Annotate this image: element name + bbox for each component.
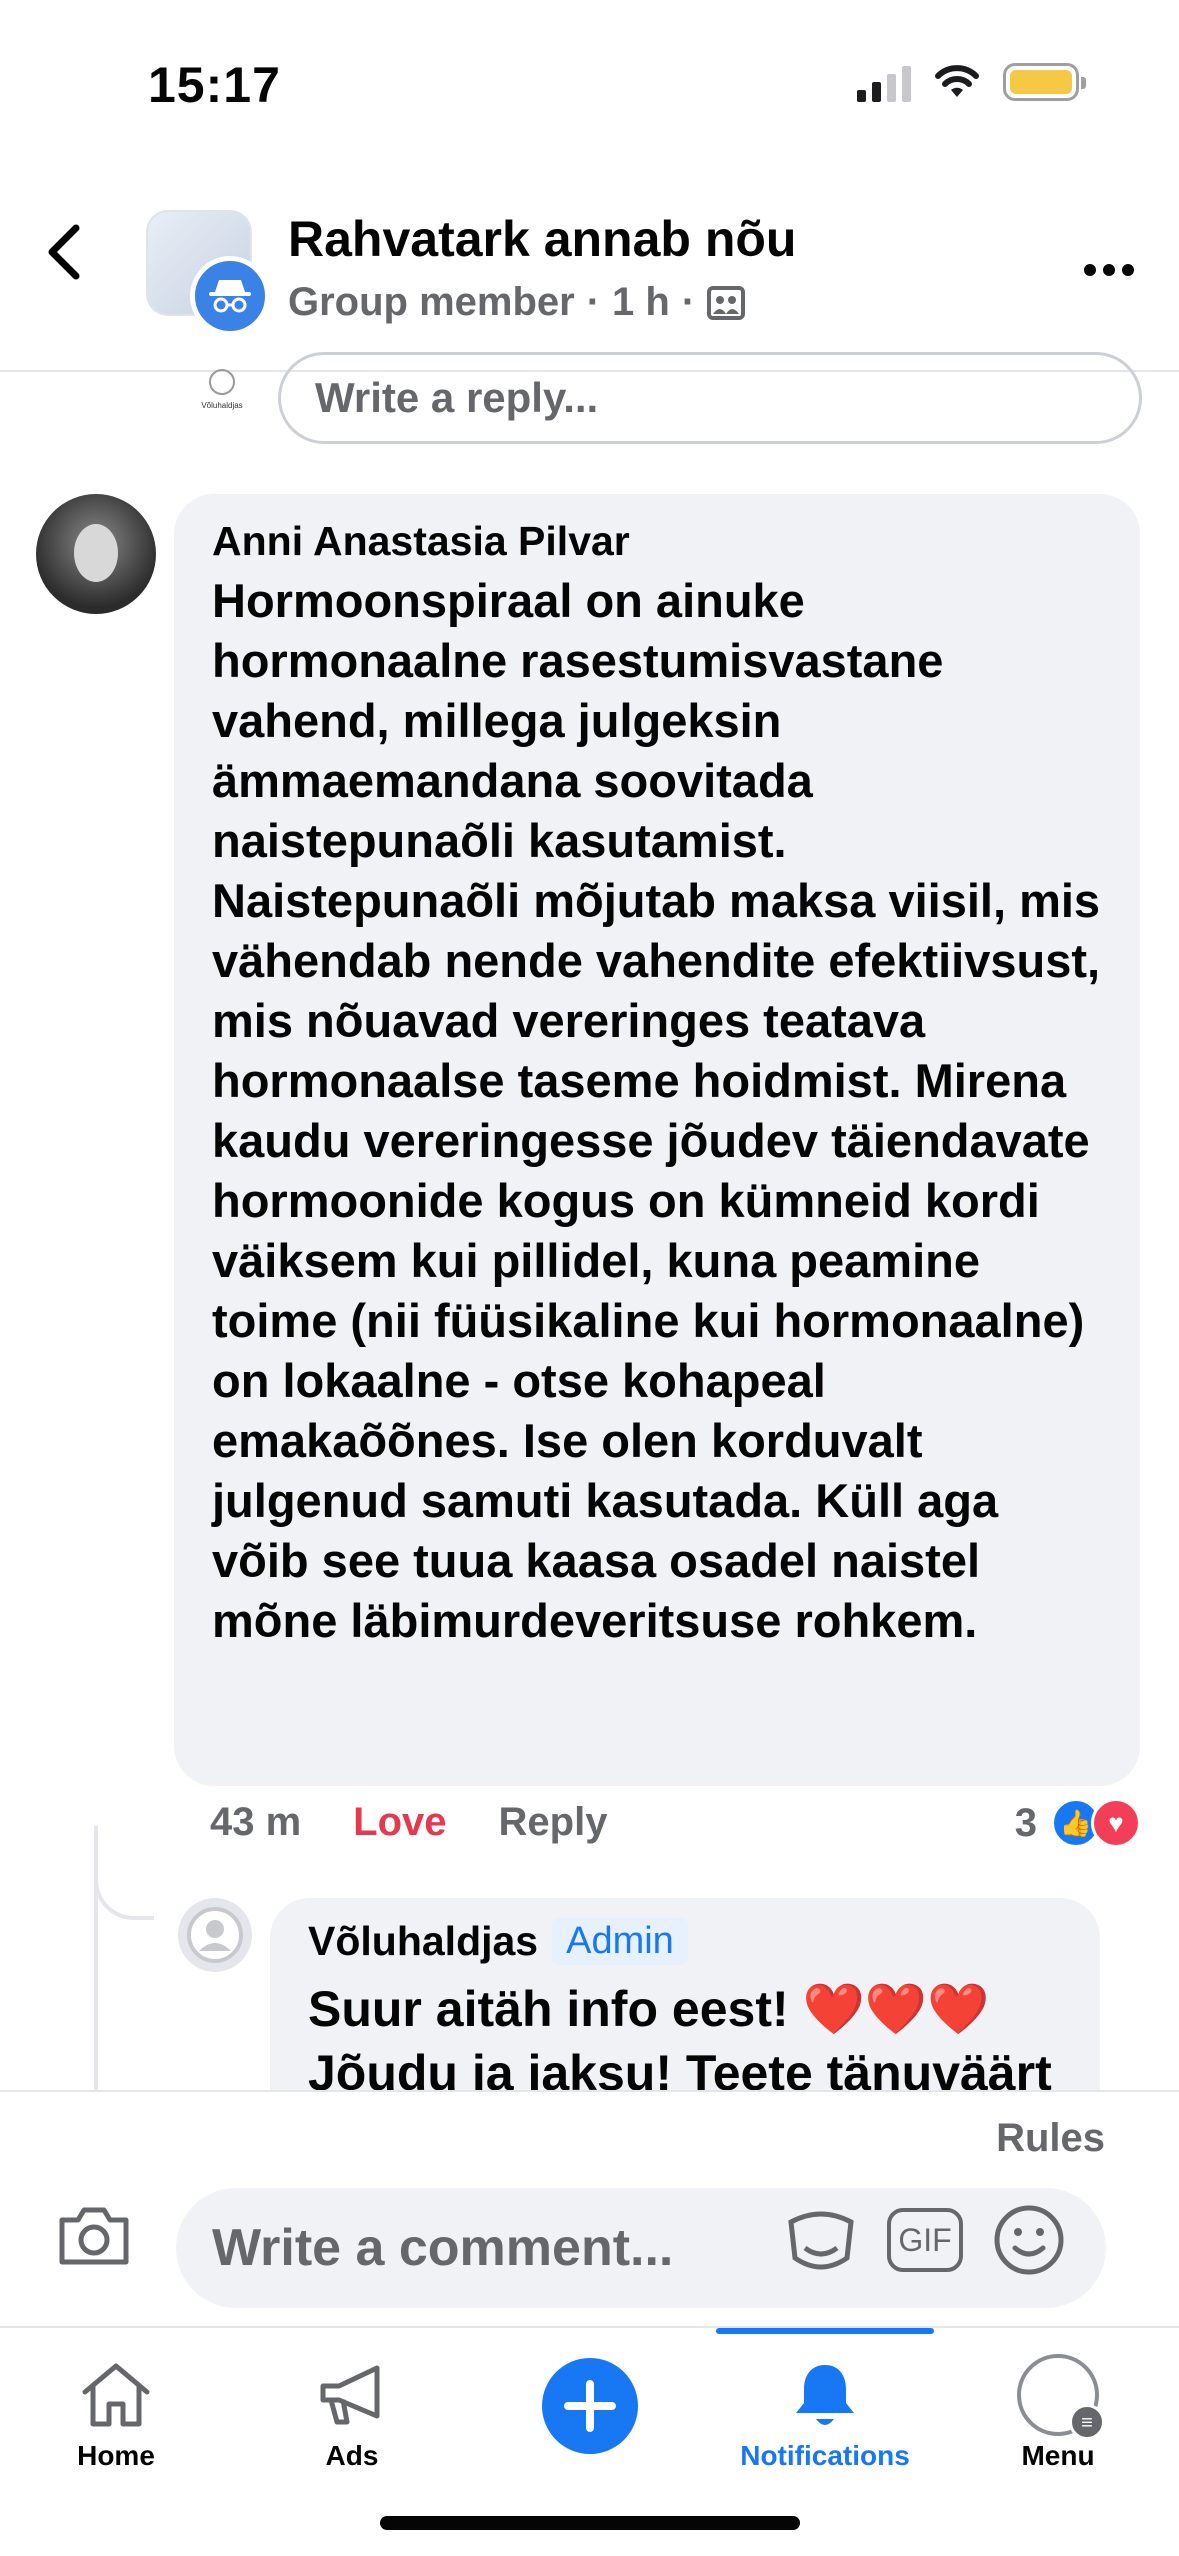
comment-text: Hormoonspiraal on ainuke hormonaalne ras…	[212, 574, 1101, 1647]
reply-author-row: Võluhaldjas Admin	[308, 1918, 1062, 1965]
avatar-text: Võluhaldjas	[201, 401, 243, 410]
comment-author[interactable]: Anni Anastasia Pilvar	[212, 518, 1102, 565]
avatar-sticker-icon	[788, 2211, 854, 2270]
tab-notifications[interactable]: Notifications	[725, 2350, 925, 2472]
cellular-signal-icon	[857, 62, 911, 102]
post-subtitle: Group member · 1 h ·	[288, 280, 746, 325]
reply-author-avatar[interactable]	[178, 1898, 252, 1972]
avatar-sticker-button[interactable]	[783, 2202, 859, 2278]
commenter-avatar[interactable]	[36, 494, 156, 614]
more-horizontal-icon	[1084, 264, 1134, 276]
post-header: Rahvatark annab nõu Group member · 1 h ·	[0, 160, 1179, 372]
home-indicator	[380, 2516, 800, 2530]
plus-icon	[564, 2380, 616, 2432]
menu-avatar-icon: ≡	[1017, 2354, 1105, 2440]
anonymous-member-icon	[190, 256, 270, 336]
tab-label: Notifications	[740, 2440, 910, 2471]
create-post-button[interactable]	[542, 2358, 638, 2454]
love-reaction-button[interactable]: Love	[353, 1800, 446, 1845]
chevron-left-icon	[48, 224, 80, 280]
camera-button[interactable]	[56, 2204, 132, 2268]
comment-actions: 43 m Love Reply	[210, 1800, 607, 1845]
reaction-count: 3	[1014, 1800, 1037, 1845]
tab-menu[interactable]: ≡ Menu	[958, 2350, 1158, 2472]
current-user-avatar: Võluhaldjas	[190, 368, 254, 422]
status-time: 15:17	[148, 57, 281, 113]
tab-label: Ads	[325, 2440, 379, 2471]
write-reply-input[interactable]: Write a reply...	[278, 352, 1142, 444]
heart-reaction-icon: ♥	[1091, 1798, 1141, 1848]
rules-link[interactable]: Rules	[996, 2116, 1105, 2161]
emoji-button[interactable]	[991, 2202, 1067, 2278]
hamburger-icon: ≡	[1069, 2404, 1105, 2440]
reaction-summary[interactable]: 3 👍 ♥	[1015, 1798, 1141, 1848]
thread-connector	[94, 1850, 154, 1920]
bell-icon	[796, 2365, 854, 2425]
gif-icon: GIF	[887, 2208, 963, 2272]
default-avatar-icon	[187, 1907, 243, 1963]
active-tab-indicator	[716, 2328, 934, 2334]
tab-label: Home	[77, 2440, 155, 2471]
reply-text-line: Suur aitäh info eest! ❤️❤️❤️	[308, 1981, 990, 2037]
tab-ads[interactable]: Ads	[252, 2350, 452, 2472]
admin-badge: Admin	[552, 1918, 688, 1965]
status-icons	[857, 62, 1086, 102]
reply-button[interactable]: Reply	[499, 1800, 608, 1845]
smiley-icon	[994, 2205, 1064, 2275]
wifi-icon	[935, 65, 979, 97]
back-button[interactable]	[44, 222, 104, 302]
more-options-button[interactable]	[1083, 242, 1135, 277]
gif-button[interactable]: GIF	[887, 2202, 963, 2278]
status-bar: 15:17	[0, 0, 1179, 160]
reply-author[interactable]: Võluhaldjas	[308, 1918, 538, 1965]
member-role: Group member	[288, 280, 575, 324]
tab-home[interactable]: Home	[16, 2350, 216, 2472]
separator-dot: ·	[586, 280, 601, 324]
group-title[interactable]: Rahvatark annab nõu	[288, 210, 796, 268]
comment-time: 43 m	[210, 1800, 302, 1844]
battery-icon	[1003, 63, 1086, 101]
megaphone-icon	[320, 2365, 380, 2425]
camera-icon	[59, 2207, 129, 2265]
post-time: 1 h	[612, 280, 670, 324]
comment-composer: Rules Write a comment... GIF	[0, 2090, 1179, 2326]
tab-label: Menu	[1021, 2440, 1095, 2471]
home-icon	[82, 2363, 150, 2427]
composer-tools: GIF	[783, 2202, 1067, 2278]
separator-dot: ·	[681, 280, 696, 324]
comment-bubble: Anni Anastasia Pilvar Hormoonspiraal on …	[174, 494, 1140, 1786]
group-privacy-icon	[707, 285, 746, 320]
reply-text: Suur aitäh info eest! ❤️❤️❤️ Jõudu ja ja…	[308, 1977, 1062, 2105]
